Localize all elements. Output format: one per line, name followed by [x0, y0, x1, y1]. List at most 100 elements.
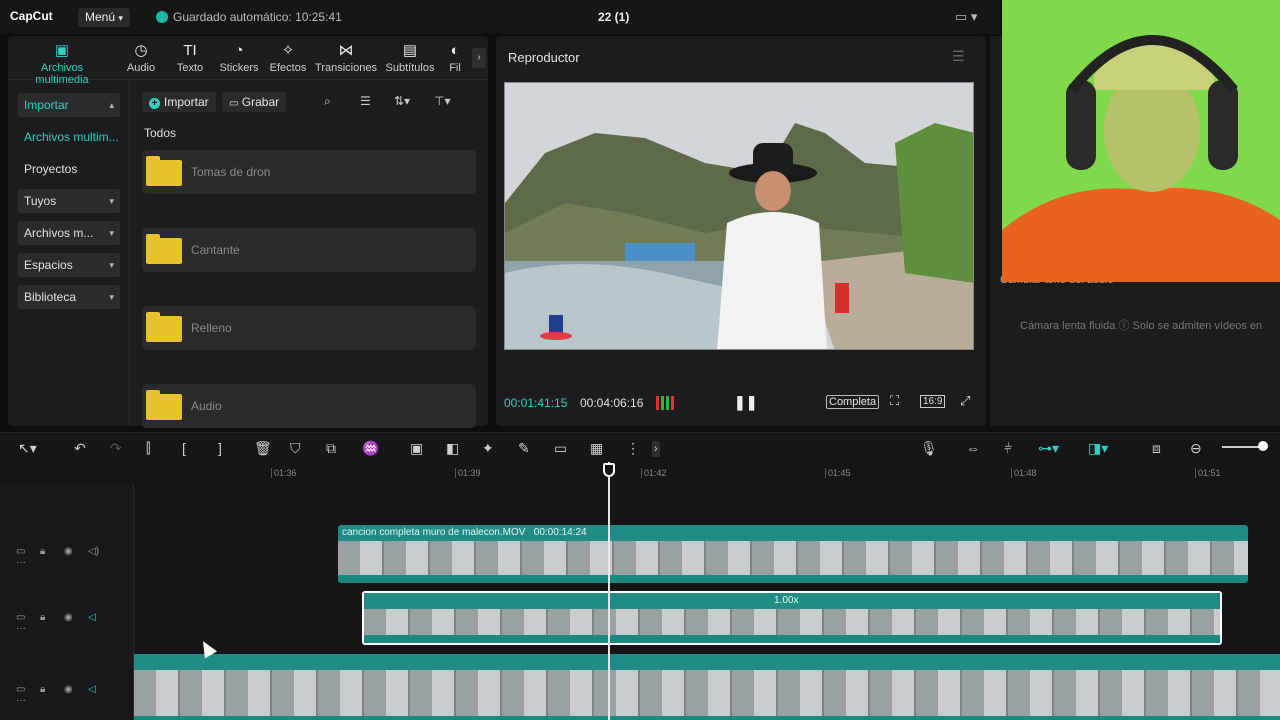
zoom-out-icon[interactable]: ⊖ [1190, 441, 1202, 455]
lock-icon[interactable]: 🔒︎ [40, 684, 64, 695]
folder-item[interactable]: Tomas de dron [142, 150, 476, 194]
chevron-down-icon: ▾ [109, 228, 114, 238]
clip-waveform [134, 716, 1280, 720]
delete-icon[interactable]: 🗑 [254, 441, 272, 455]
sidebar-item-spaces[interactable]: Espacios ▾ [18, 253, 120, 277]
video-clip-main[interactable]: cancion completa muro de malecon.MOV 00:… [338, 525, 1248, 583]
track-header-row: ▭ 🔒︎ ◉ ◁ ··· [16, 612, 133, 634]
video-clip-base[interactable] [134, 654, 1280, 720]
preview-axis-icon[interactable]: ⧈ [1152, 441, 1161, 455]
split-icon[interactable]: ⫿ [146, 441, 150, 455]
tab-effects[interactable]: ✧ Efectos [256, 42, 320, 74]
import-label: Importar [164, 95, 209, 109]
menu-icon[interactable]: ☰ [952, 48, 965, 65]
more-icon[interactable]: ··· [16, 623, 40, 634]
mirror-icon[interactable]: ◧ [446, 441, 459, 455]
speaker-icon[interactable]: ◁) [88, 546, 112, 557]
playhead-handle[interactable] [603, 463, 615, 477]
folder-item[interactable]: Cantante [142, 228, 476, 272]
freeze-icon[interactable]: ▦ [590, 441, 603, 455]
toolbar-more-arrow-icon[interactable]: › [652, 441, 660, 457]
zoom-slider-handle[interactable] [1258, 441, 1268, 451]
ruler-tick: 01:39 [455, 468, 481, 478]
trim-right-icon[interactable]: ] [218, 441, 222, 455]
track-header-row: ▭ 🔒︎ ◉ ◁) ··· [16, 546, 133, 568]
playhead[interactable] [608, 462, 610, 720]
sidebar-item-yours[interactable]: Tuyos ▾ [18, 189, 120, 213]
pause-button[interactable]: ❚❚ [734, 394, 757, 411]
aspect-ratio-button[interactable]: 16:9 [920, 395, 946, 408]
magnet-icon[interactable]: ⊶▾ [1038, 441, 1059, 455]
tab-transitions[interactable]: ⋈ Transiciones [314, 42, 378, 74]
audio-edit-icon[interactable]: ♒ [362, 441, 379, 455]
sidebar-item-import[interactable]: Importar ▴ [18, 93, 120, 117]
menu-button[interactable]: Menú ▾ [78, 8, 130, 27]
sidebar-item-label: Tuyos [24, 194, 57, 208]
eye-icon[interactable]: ◉ [64, 612, 88, 623]
tab-label: Stickers [219, 62, 259, 74]
import-button[interactable]: + Importar [142, 92, 216, 112]
cover-icon[interactable]: ▭ [16, 546, 40, 557]
fullscreen-icon[interactable]: ⤢ [960, 393, 970, 409]
sort-icon[interactable]: ⇅▾ [394, 94, 410, 108]
sidebar-item-sub-projects[interactable]: Proyectos secun... [18, 157, 120, 200]
time-ruler[interactable] [134, 462, 1280, 484]
tab-label: Subtítulos [385, 62, 435, 74]
layout-icon[interactable]: ▭ ▾ [955, 9, 977, 25]
linkage-icon[interactable]: ◨▾ [1088, 441, 1108, 455]
trim-left-icon[interactable]: [ [182, 441, 186, 455]
folder-icon [146, 312, 182, 342]
track-header-row: ▭ 🔒︎ ◉ ◁ ··· [16, 684, 133, 706]
filter-all-label[interactable]: Todos [144, 126, 176, 140]
sidebar-item-files[interactable]: Archivos m... ▾ [18, 221, 120, 245]
tab-filters[interactable]: ◐ Fil [438, 42, 472, 74]
speaker-icon[interactable]: ◁ [88, 684, 112, 695]
lock-icon[interactable]: 🔒︎ [40, 546, 64, 557]
cutout-icon[interactable]: ✦ [482, 441, 494, 455]
select-tool-icon[interactable]: ↖▾ [18, 441, 37, 455]
view-toggle-icon[interactable]: ☰ [360, 94, 371, 108]
sidebar-item-media-files[interactable]: Archivos multim... [18, 125, 120, 149]
project-title[interactable]: 22 (1) [598, 10, 629, 24]
hd-icon[interactable]: ▭ [554, 441, 567, 455]
sidebar-item-label: Biblioteca [24, 290, 77, 304]
cover-icon[interactable]: ▭ [16, 612, 40, 623]
crop-icon[interactable]: ⧉ [326, 441, 336, 455]
video-clip-selected[interactable]: 1.00x [362, 591, 1222, 645]
track-headers: ▭ 🔒︎ ◉ ◁)··· ▭ 🔒︎ ◉ ◁··· ▭ 🔒︎ ◉ ◁··· [0, 484, 134, 720]
more-icon[interactable]: ··· [16, 557, 40, 568]
search-icon[interactable]: ⌕ [324, 94, 331, 109]
fit-screen-icon[interactable]: ⛶ [890, 393, 899, 409]
cover-icon[interactable]: ▭ [16, 684, 40, 695]
undo-icon[interactable]: ↶ [74, 441, 86, 455]
snap-icon[interactable]: ⫩ [1004, 441, 1012, 455]
folder-icon [146, 234, 182, 264]
folder-item[interactable]: Relleno [142, 306, 476, 350]
filter-icon[interactable]: ⊤▾ [434, 94, 450, 108]
eye-icon[interactable]: ◉ [64, 684, 88, 695]
sidebar-item-label: Importar [24, 98, 69, 112]
quality-button[interactable]: Completa [826, 395, 880, 409]
media-replace-icon[interactable]: ▣ [410, 441, 423, 455]
tabs-next-arrow-icon[interactable]: › [472, 48, 486, 68]
tab-subtitles[interactable]: ▤ Subtítulos [378, 42, 442, 74]
sidebar-item-library[interactable]: Biblioteca ▾ [18, 285, 120, 309]
clip-header: 1.00x [364, 593, 1220, 609]
subtitles-icon: ▤ [402, 42, 418, 59]
record-button[interactable]: ▭ Grabar [222, 92, 287, 112]
magic-wand-icon[interactable]: ✎ [518, 441, 530, 455]
waveform-icon[interactable]: ⋮ [626, 441, 640, 455]
autosave-status: Guardado automático: 10:25:41 [156, 10, 342, 24]
shield-icon[interactable]: ⛉ [290, 441, 301, 455]
redo-icon[interactable]: ↷ [110, 441, 122, 455]
speaker-icon[interactable]: ◁ [88, 612, 112, 623]
eye-icon[interactable]: ◉ [64, 546, 88, 557]
video-preview[interactable] [504, 82, 974, 350]
more-icon[interactable]: ··· [16, 695, 40, 706]
microphone-icon[interactable]: 🎙 [920, 441, 938, 455]
folder-item[interactable]: Audio [142, 384, 476, 428]
clip-header: cancion completa muro de malecon.MOV 00:… [338, 525, 1248, 541]
link-icon[interactable]: ⇔ [966, 441, 980, 455]
lock-icon[interactable]: 🔒︎ [40, 612, 64, 623]
media-sidebar: Importar ▴ Archivos multim... Proyectos s… [8, 80, 130, 426]
